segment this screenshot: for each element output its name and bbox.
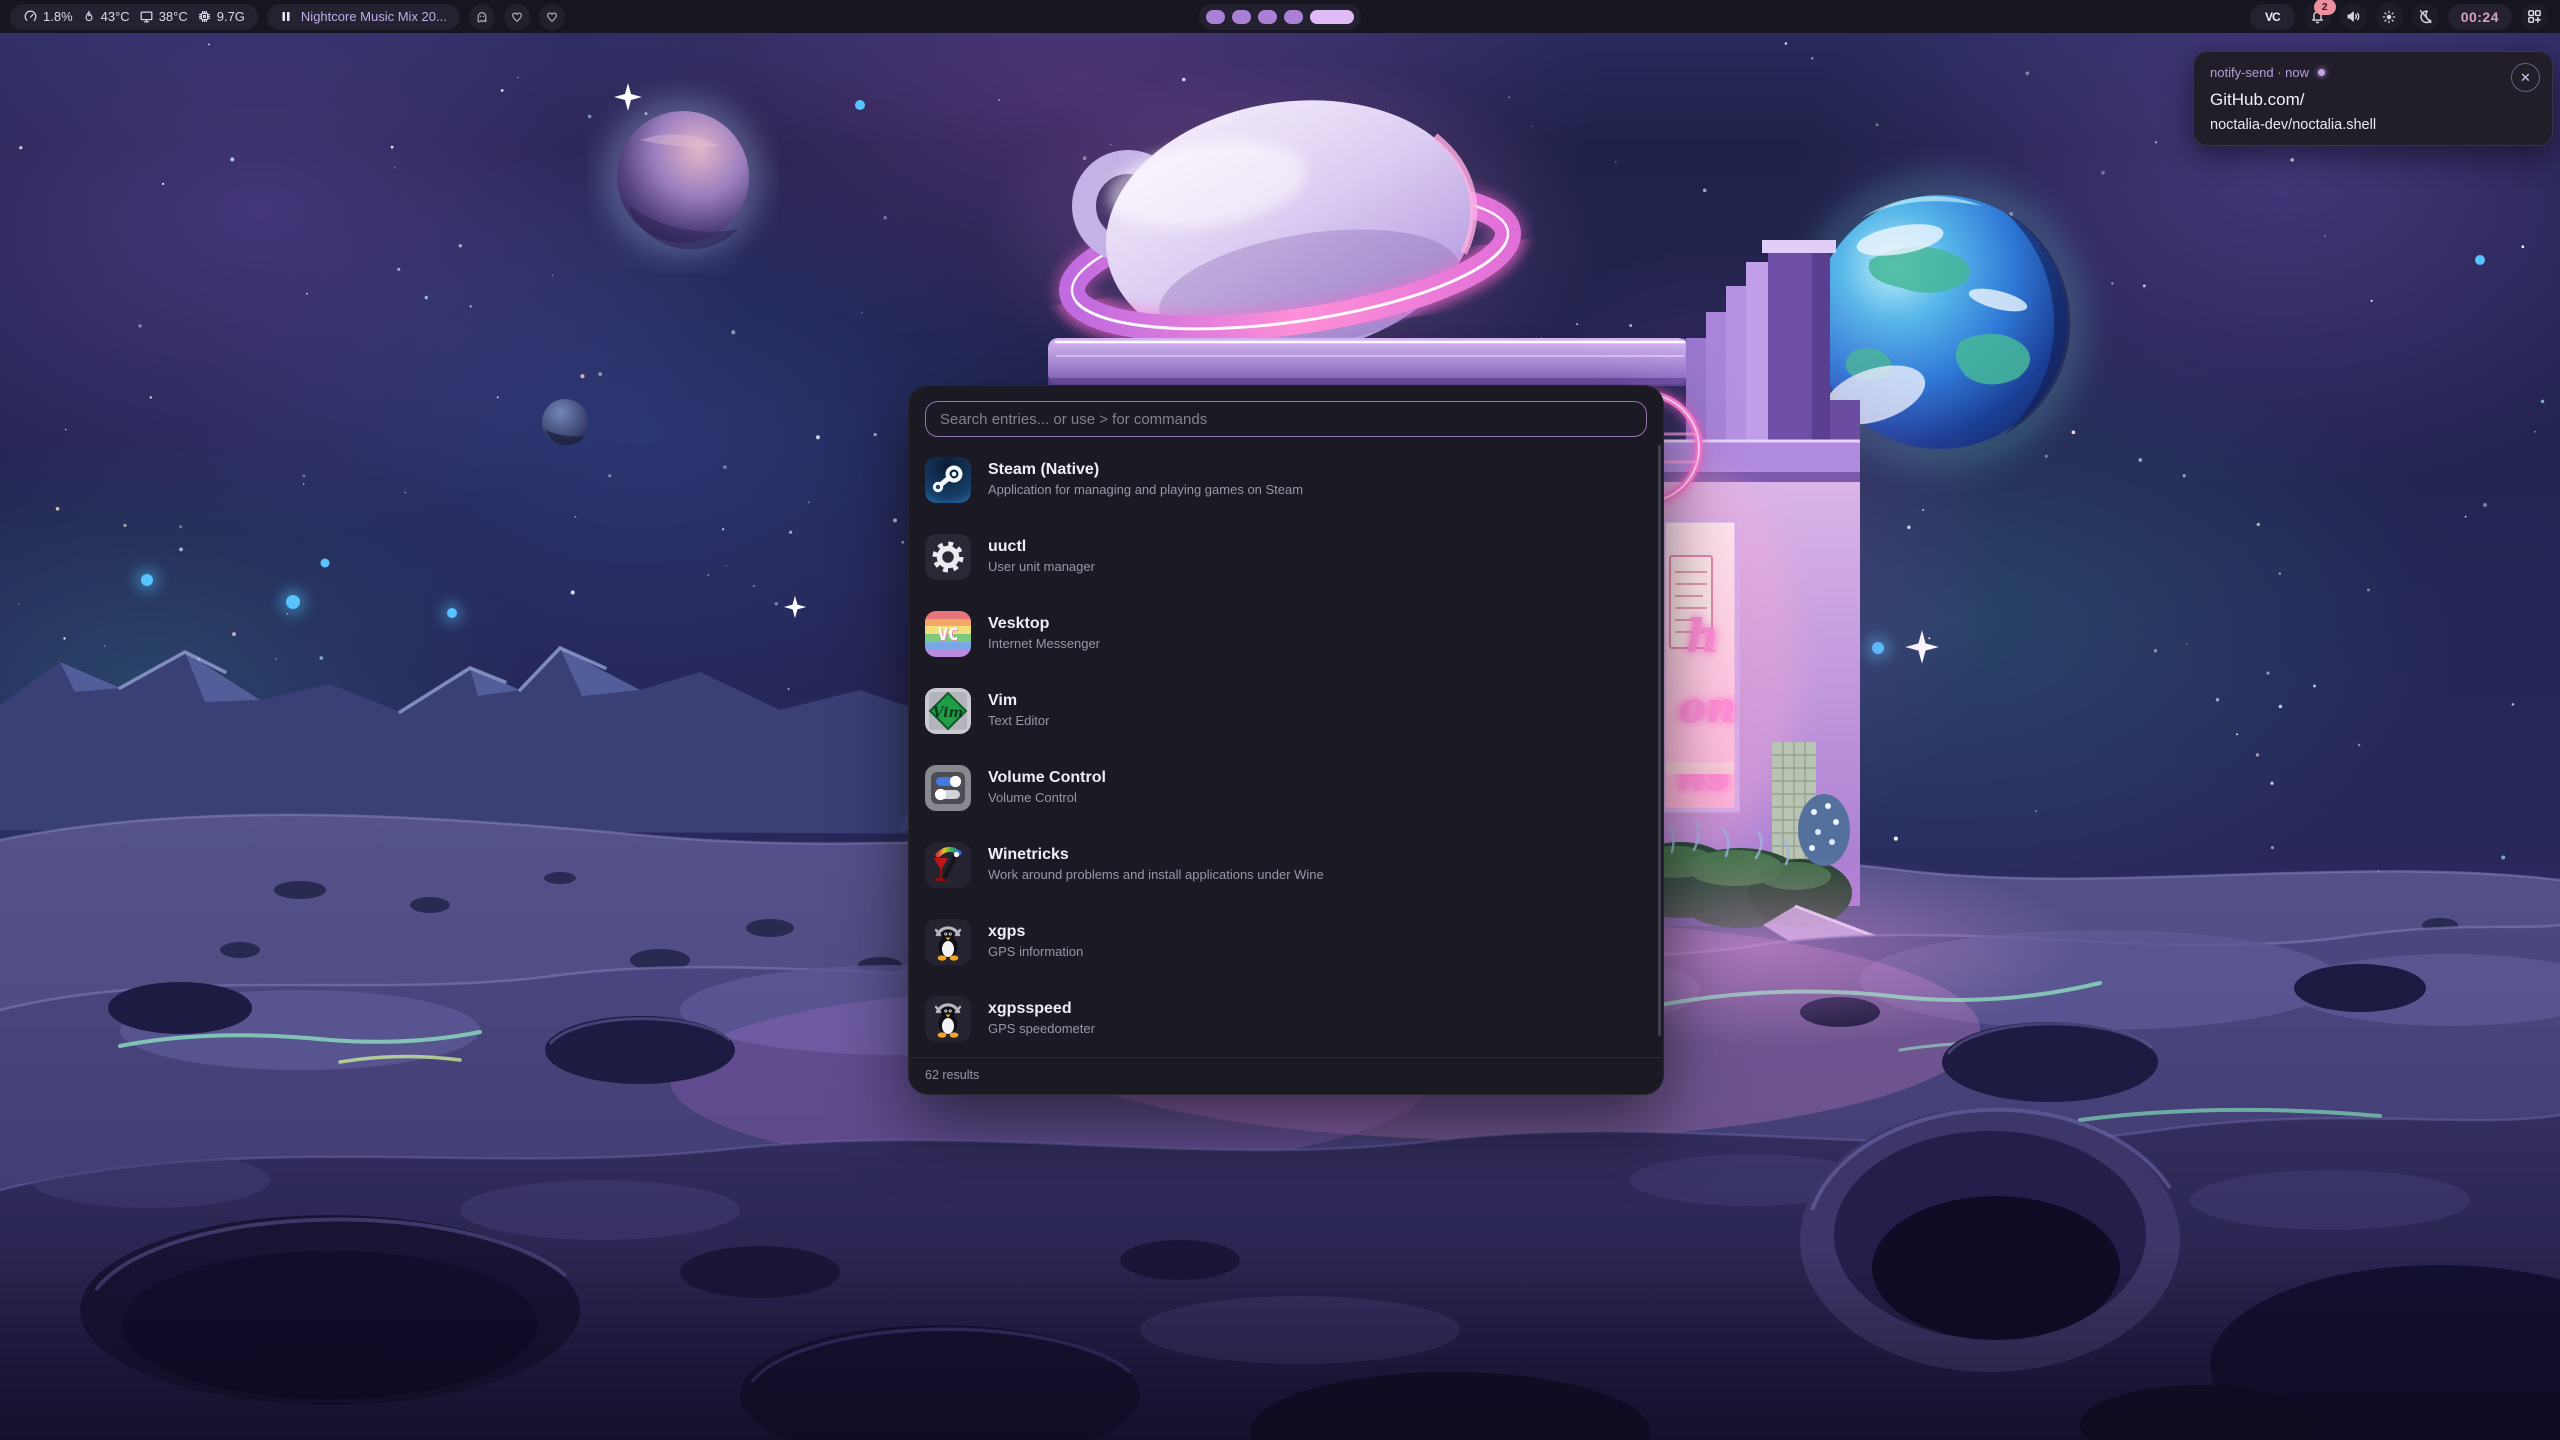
list-item-steam[interactable]: Steam (Native) Application for managing … <box>909 441 1663 518</box>
list-item-uuctl[interactable]: uuctl User unit manager <box>909 518 1663 595</box>
cpu-temp-stat: 43°C <box>82 9 130 24</box>
sun-icon <box>2381 9 2397 25</box>
list-item-vesktop[interactable]: VCVC Vesktop Internet Messenger <box>909 595 1663 672</box>
notifications-button[interactable]: 2 <box>2304 3 2331 30</box>
tux-gps-icon <box>925 919 971 965</box>
notification-card[interactable]: notify-send · now ✕ GitHub.com/ noctalia… <box>2193 51 2553 146</box>
app-description: Application for managing and playing gam… <box>988 483 1303 498</box>
app-name: Winetricks <box>988 846 1324 864</box>
app-description: User unit manager <box>988 560 1095 575</box>
media-player-widget[interactable]: Nightcore Music Mix 20... <box>267 4 460 30</box>
results-count: 62 results <box>909 1057 1663 1094</box>
close-button[interactable]: ✕ <box>2511 63 2540 92</box>
app-description: Text Editor <box>988 714 1049 729</box>
media-title: Nightcore Music Mix 20... <box>301 9 447 24</box>
list-item-xgpsspeed[interactable]: xgpsspeed GPS speedometer <box>909 980 1663 1057</box>
svg-text:h: h <box>1686 609 1719 663</box>
workspace-dot-4[interactable] <box>1284 10 1303 24</box>
purple-planet <box>603 97 763 257</box>
list-item-xgps[interactable]: xgps GPS information <box>909 903 1663 980</box>
workspace-dot-2[interactable] <box>1232 10 1251 24</box>
system-stats-widget[interactable]: 1.8% 43°C 38°C 9.7G <box>10 4 258 30</box>
close-icon: ✕ <box>2520 70 2531 86</box>
small-planet <box>542 399 588 445</box>
ghost-button[interactable] <box>469 4 495 30</box>
flower-bush <box>1798 794 1850 866</box>
cpu-usage-stat: 1.8% <box>23 9 73 24</box>
night-mode-button[interactable] <box>2412 3 2439 30</box>
flame-temp-icon <box>82 9 96 24</box>
grid-plus-icon <box>2526 8 2543 25</box>
app-description: Work around problems and install applica… <box>988 868 1324 883</box>
heart-icon <box>545 10 559 24</box>
volume-toggles-icon <box>925 765 971 811</box>
brightness-button[interactable] <box>2376 3 2403 30</box>
monitor-temp-icon <box>139 9 154 24</box>
search-input[interactable] <box>925 401 1647 437</box>
volume-button[interactable] <box>2340 3 2367 30</box>
svg-text:Vim: Vim <box>933 705 964 721</box>
heart-icon <box>510 10 524 24</box>
gauge-icon <box>23 9 38 24</box>
app-description: GPS speedometer <box>988 1022 1095 1037</box>
moon-slash-icon <box>2417 8 2434 25</box>
notification-body-line2: noctalia-dev/noctalia.shell <box>2210 117 2536 133</box>
tray-item-vesktop[interactable]: VC <box>2250 4 2295 30</box>
vesktop-icon: VCVC <box>925 611 971 657</box>
ghost-icon <box>475 10 489 24</box>
memory-stat: 9.7G <box>197 9 245 24</box>
app-description: Internet Messenger <box>988 637 1100 652</box>
app-description: GPS information <box>988 945 1083 960</box>
tux-gps-icon <box>925 996 971 1042</box>
list-item-winetricks[interactable]: Winetricks Work around problems and inst… <box>909 826 1663 903</box>
workspace-dot-1[interactable] <box>1206 10 1225 24</box>
vim-icon: Vim <box>925 688 971 734</box>
notification-body-line1: GitHub.com/ <box>2210 90 2536 110</box>
app-launcher-panel: Steam (Native) Application for managing … <box>908 385 1664 1095</box>
app-name: Vim <box>988 692 1049 710</box>
app-description: Volume Control <box>988 791 1106 806</box>
svg-text:ns: ns <box>1676 751 1730 800</box>
workspace-dot-5-active[interactable] <box>1310 10 1354 24</box>
favorite-button-2[interactable] <box>539 4 565 30</box>
unread-dot-icon <box>2318 69 2325 76</box>
app-name: Volume Control <box>988 769 1106 787</box>
workspace-switcher <box>1199 4 1361 30</box>
speaker-icon <box>2345 8 2362 25</box>
gpu-temp-stat: 38°C <box>139 9 188 24</box>
scrollbar[interactable] <box>1658 445 1661 1036</box>
workspace-dot-3[interactable] <box>1258 10 1277 24</box>
gear-icon <box>925 534 971 580</box>
result-list: Steam (Native) Application for managing … <box>909 441 1663 1057</box>
top-bar: 1.8% 43°C 38°C 9.7G <box>0 0 2560 33</box>
moon-near-band <box>0 1108 2560 1440</box>
notification-header: notify-send · now <box>2210 65 2536 80</box>
pause-icon <box>280 10 292 23</box>
app-name: xgps <box>988 923 1083 941</box>
app-name: uuctl <box>988 538 1095 556</box>
app-name: Vesktop <box>988 615 1100 633</box>
list-item-vim[interactable]: Vim Vim Text Editor <box>909 672 1663 749</box>
svg-text:on: on <box>1678 683 1737 732</box>
memory-chip-icon <box>197 9 212 24</box>
app-name: xgpsspeed <box>988 1000 1095 1018</box>
favorite-button[interactable] <box>504 4 530 30</box>
app-name: Steam (Native) <box>988 461 1303 479</box>
wine-glass-wand-icon <box>925 842 971 888</box>
app-launcher-button[interactable] <box>2521 3 2548 30</box>
notification-badge: 2 <box>2314 0 2336 15</box>
list-item-volume-control[interactable]: Volume Control Volume Control <box>909 749 1663 826</box>
clock-widget[interactable]: 00:24 <box>2448 4 2512 30</box>
steam-icon <box>925 457 971 503</box>
svg-text:VC: VC <box>938 625 958 645</box>
